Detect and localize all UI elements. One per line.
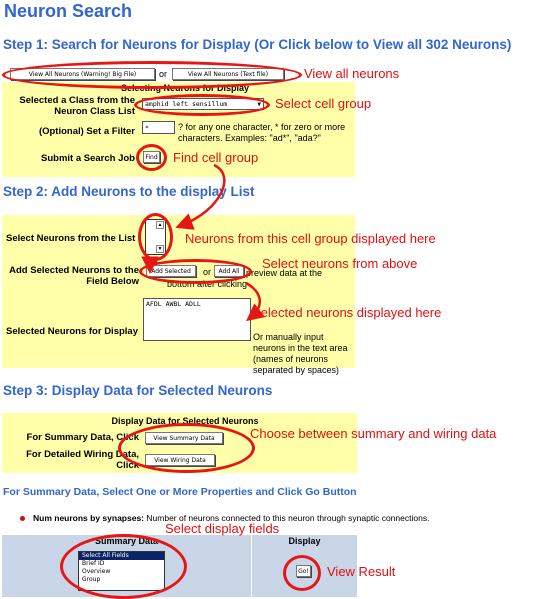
arrow-add-to-display — [245, 281, 266, 322]
arrow-list-to-add — [141, 256, 159, 274]
annotation-arrows — [141, 163, 266, 322]
arrow-find-to-list — [175, 163, 226, 230]
